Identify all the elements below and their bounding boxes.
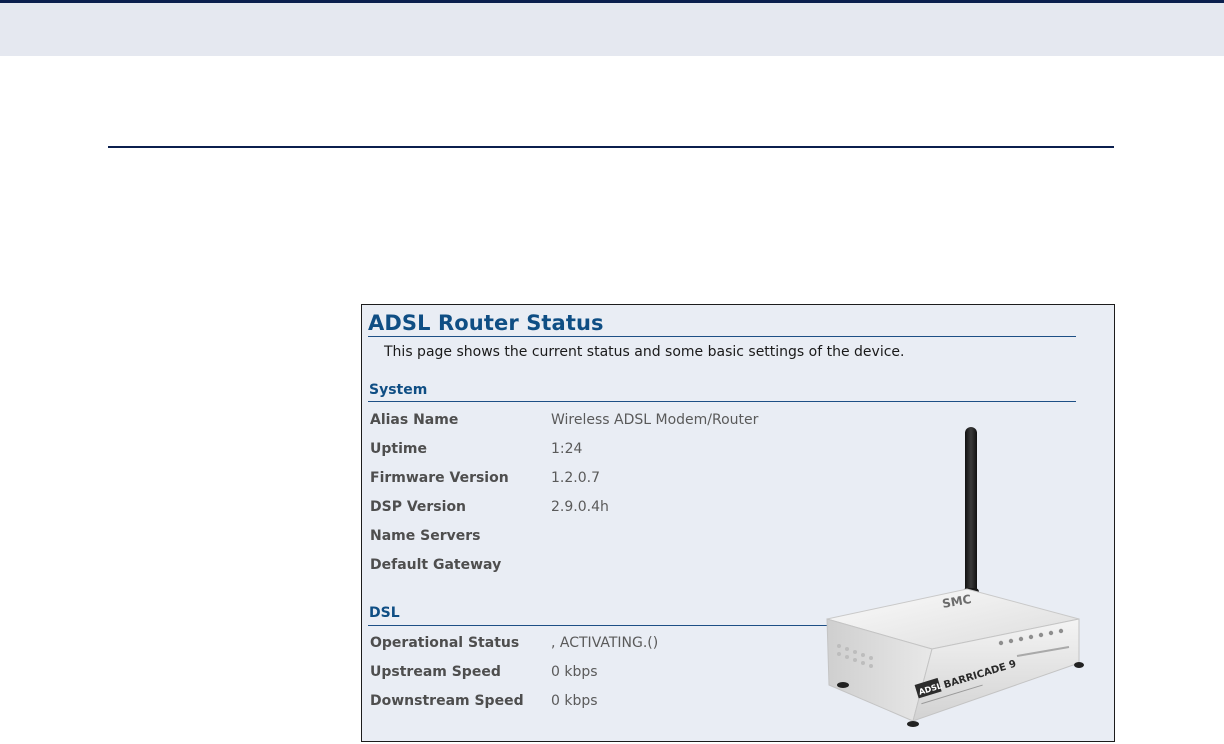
row-label: Default Gateway bbox=[370, 557, 502, 573]
row-label: Name Servers bbox=[370, 528, 481, 544]
row-value: 1.2.0.7 bbox=[551, 470, 600, 486]
row-label: DSP Version bbox=[370, 499, 467, 515]
page-description: This page shows the current status and s… bbox=[384, 344, 905, 360]
row-label: Operational Status bbox=[370, 635, 520, 651]
dsl-section-title: DSL bbox=[369, 605, 400, 621]
row-value: 1:24 bbox=[551, 441, 583, 457]
row-label: Uptime bbox=[370, 441, 427, 457]
status-panel: ADSL Router Status This page shows the c… bbox=[361, 304, 1115, 742]
section-divider bbox=[108, 146, 1114, 148]
row-value: 0 kbps bbox=[551, 664, 598, 680]
row-value: , ACTIVATING.() bbox=[551, 635, 659, 651]
header-band bbox=[0, 3, 1224, 56]
row-value: Wireless ADSL Modem/Router bbox=[551, 412, 759, 428]
router-device-image: SMC ADSL BARRICADE 9 bbox=[817, 423, 1107, 733]
row-label: Downstream Speed bbox=[370, 693, 524, 709]
system-section-rule bbox=[368, 401, 1076, 402]
system-section-title: System bbox=[369, 382, 428, 398]
title-rule bbox=[368, 336, 1076, 337]
page-title: ADSL Router Status bbox=[368, 311, 604, 335]
row-label: Firmware Version bbox=[370, 470, 509, 486]
row-value: 0 kbps bbox=[551, 693, 598, 709]
row-label: Upstream Speed bbox=[370, 664, 501, 680]
row-value: 2.9.0.4h bbox=[551, 499, 609, 515]
row-label: Alias Name bbox=[370, 412, 459, 428]
